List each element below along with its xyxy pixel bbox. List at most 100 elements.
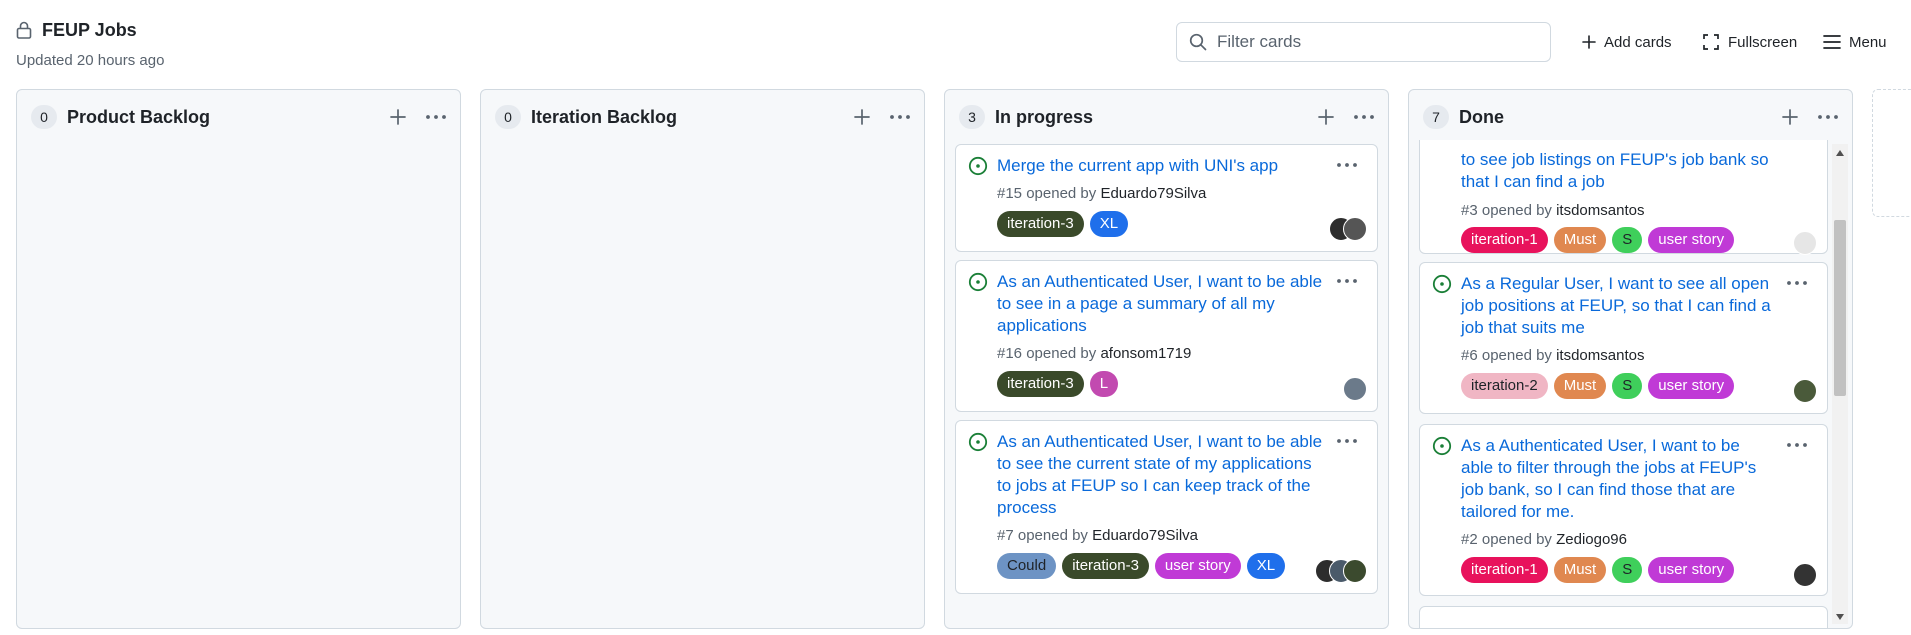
issue-card[interactable]: As a Regular User, I want to see all ope… bbox=[1419, 262, 1828, 414]
issue-opened-icon bbox=[968, 272, 988, 292]
hamburger-icon bbox=[1823, 35, 1841, 49]
issue-title-link[interactable]: As an Authenticated User, I want to be a… bbox=[997, 271, 1325, 337]
issue-title-link[interactable]: As a Authenticated User, I want to be ab… bbox=[1461, 435, 1775, 523]
issue-author[interactable]: itsdomsantos bbox=[1556, 347, 1644, 364]
label-pill[interactable]: iteration-3 bbox=[997, 211, 1084, 237]
issue-meta: #16 opened by afonsom1719 bbox=[997, 345, 1191, 362]
filter-cards-search[interactable] bbox=[1176, 22, 1551, 62]
label-pill[interactable]: iteration-3 bbox=[1062, 553, 1149, 579]
project-title-row: FEUP Jobs bbox=[16, 18, 164, 42]
label-list: iteration-3 L bbox=[997, 371, 1119, 397]
scrollbar-thumb[interactable] bbox=[1834, 220, 1846, 396]
label-pill[interactable]: user story bbox=[1154, 553, 1241, 579]
column-count: 3 bbox=[959, 105, 985, 129]
issue-author[interactable]: itsdomsantos bbox=[1556, 202, 1644, 219]
issue-meta: #15 opened by Eduardo79Silva bbox=[997, 185, 1206, 202]
scroll-up-arrow-icon[interactable] bbox=[1836, 150, 1844, 156]
project-header: FEUP Jobs Updated 20 hours ago bbox=[16, 18, 165, 70]
card-kebab-icon[interactable] bbox=[1335, 155, 1359, 175]
scroll-down-arrow-icon[interactable] bbox=[1836, 614, 1844, 620]
updated-timestamp: Updated 20 hours ago bbox=[16, 52, 165, 69]
issue-opened-icon bbox=[968, 156, 988, 176]
label-pill[interactable]: iteration-1 bbox=[1461, 557, 1548, 583]
add-item-plus-icon[interactable] bbox=[388, 107, 408, 127]
label-pill[interactable]: Must bbox=[1553, 557, 1607, 583]
issue-meta: #2 opened by Zediogo96 bbox=[1461, 531, 1627, 548]
add-item-plus-icon[interactable] bbox=[852, 107, 872, 127]
issue-opened-icon bbox=[1432, 274, 1452, 294]
scrollbar[interactable] bbox=[1832, 144, 1848, 624]
label-list: iteration-1 Must S user story bbox=[1461, 227, 1735, 253]
column-kebab-icon[interactable] bbox=[424, 107, 448, 127]
add-item-plus-icon[interactable] bbox=[1780, 107, 1800, 127]
label-pill[interactable]: user story bbox=[1648, 557, 1735, 583]
issue-number: #3 opened by bbox=[1461, 202, 1557, 219]
column-count: 0 bbox=[495, 105, 521, 129]
issue-card[interactable]: to see job listings on FEUP's job bank s… bbox=[1419, 140, 1828, 255]
label-pill[interactable]: S bbox=[1612, 557, 1643, 583]
search-icon bbox=[1189, 33, 1207, 51]
label-list: iteration-2 Must S user story bbox=[1461, 373, 1735, 399]
column-kebab-icon[interactable] bbox=[1352, 107, 1376, 127]
menu-button[interactable]: Menu bbox=[1823, 30, 1887, 54]
avatar bbox=[1343, 559, 1367, 583]
assignee-avatars[interactable] bbox=[1315, 559, 1367, 583]
assignee-avatars[interactable] bbox=[1793, 563, 1817, 587]
label-pill[interactable]: S bbox=[1612, 373, 1643, 399]
menu-label: Menu bbox=[1849, 33, 1887, 51]
issue-card[interactable] bbox=[1419, 606, 1828, 628]
issue-number: #2 opened by bbox=[1461, 531, 1557, 548]
avatar bbox=[1793, 563, 1817, 587]
issue-card[interactable]: As a Authenticated User, I want to be ab… bbox=[1419, 424, 1828, 596]
issue-card[interactable]: As an Authenticated User, I want to be a… bbox=[955, 260, 1378, 412]
issue-title-link[interactable]: As a Regular User, I want to see all ope… bbox=[1461, 273, 1775, 339]
add-cards-button[interactable]: Add cards bbox=[1582, 30, 1672, 54]
column-done: 7 Done to see job listings on FEUP's job… bbox=[1408, 89, 1853, 629]
add-column-placeholder[interactable] bbox=[1872, 89, 1911, 217]
label-pill[interactable]: L bbox=[1089, 371, 1119, 397]
column-card-list: to see job listings on FEUP's job bank s… bbox=[1419, 140, 1828, 628]
label-pill[interactable]: iteration-2 bbox=[1461, 373, 1548, 399]
column-kebab-icon[interactable] bbox=[1816, 107, 1840, 127]
issue-title-link[interactable]: As an Authenticated User, I want to be a… bbox=[997, 431, 1325, 519]
column-in-progress: 3 In progress Merge the current app with… bbox=[944, 89, 1389, 629]
issue-card[interactable]: As an Authenticated User, I want to be a… bbox=[955, 420, 1378, 594]
card-kebab-icon[interactable] bbox=[1335, 271, 1359, 291]
column-count: 7 bbox=[1423, 105, 1449, 129]
fullscreen-button[interactable]: Fullscreen bbox=[1702, 30, 1797, 54]
filter-cards-input[interactable] bbox=[1217, 32, 1537, 52]
assignee-avatars[interactable] bbox=[1793, 379, 1817, 403]
label-pill[interactable]: Could bbox=[997, 553, 1057, 579]
label-pill[interactable]: S bbox=[1612, 227, 1643, 253]
label-pill[interactable]: XL bbox=[1089, 211, 1129, 237]
label-pill[interactable]: iteration-3 bbox=[997, 371, 1084, 397]
column-title: Product Backlog bbox=[67, 106, 211, 127]
label-pill[interactable]: XL bbox=[1246, 553, 1286, 579]
issue-author[interactable]: Eduardo79Silva bbox=[1100, 185, 1206, 202]
issue-author[interactable]: afonsom1719 bbox=[1100, 345, 1191, 362]
label-pill[interactable]: user story bbox=[1648, 227, 1735, 253]
plus-icon bbox=[1582, 35, 1596, 49]
assignee-avatars[interactable] bbox=[1329, 217, 1367, 241]
card-kebab-icon[interactable] bbox=[1785, 435, 1809, 455]
label-pill[interactable]: Must bbox=[1553, 373, 1607, 399]
label-list: iteration-3 XL bbox=[997, 211, 1129, 237]
label-pill[interactable]: iteration-1 bbox=[1461, 227, 1548, 253]
issue-title-link[interactable]: to see job listings on FEUP's job bank s… bbox=[1461, 149, 1775, 193]
issue-author[interactable]: Zediogo96 bbox=[1556, 531, 1627, 548]
assignee-avatars[interactable] bbox=[1343, 377, 1367, 401]
label-pill[interactable]: user story bbox=[1648, 373, 1735, 399]
add-item-plus-icon[interactable] bbox=[1316, 107, 1336, 127]
card-kebab-icon[interactable] bbox=[1785, 273, 1809, 293]
issue-author[interactable]: Eduardo79Silva bbox=[1092, 527, 1198, 544]
issue-title-link[interactable]: Merge the current app with UNI's app bbox=[997, 155, 1325, 177]
assignee-avatars[interactable] bbox=[1793, 231, 1817, 255]
label-pill[interactable]: Must bbox=[1553, 227, 1607, 253]
issue-card[interactable]: Merge the current app with UNI's app #15… bbox=[955, 144, 1378, 252]
column-title: Iteration Backlog bbox=[531, 106, 678, 127]
card-kebab-icon[interactable] bbox=[1335, 431, 1359, 451]
column-count: 0 bbox=[31, 105, 57, 129]
column-kebab-icon[interactable] bbox=[888, 107, 912, 127]
avatar bbox=[1793, 231, 1817, 255]
avatar bbox=[1343, 377, 1367, 401]
